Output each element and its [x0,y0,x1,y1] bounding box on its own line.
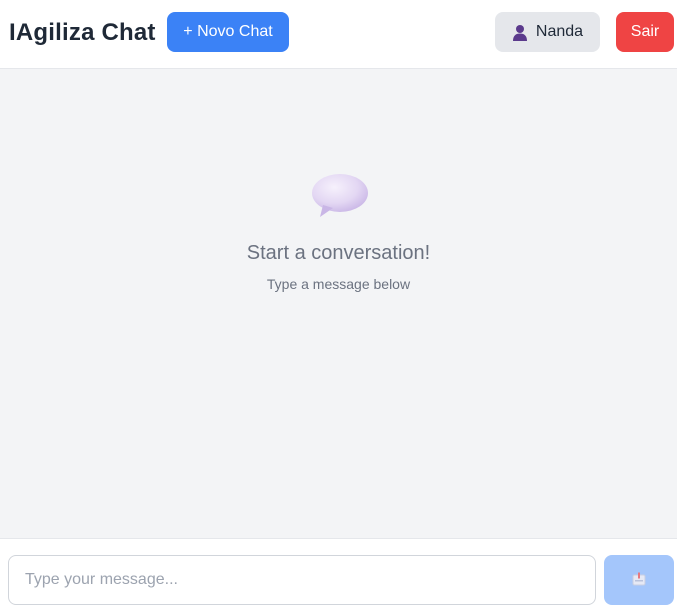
logout-label: Sair [630,23,660,40]
new-chat-label: + Novo Chat [183,23,273,40]
message-input[interactable] [8,555,596,605]
send-icon [632,572,646,589]
logout-button[interactable]: Sair [616,12,674,52]
user-name: Nanda [535,23,584,40]
user-profile-button[interactable]: Nanda [495,12,600,52]
empty-state-subtitle: Type a message below [266,276,411,292]
empty-state-title: Start a conversation! [246,242,431,264]
new-chat-button[interactable]: + Novo Chat [167,12,289,52]
user-icon [512,24,528,41]
chat-app: IAgiliza Chat + Novo Chat Nanda Sair Sta… [0,0,677,614]
empty-state: Start a conversation! Type a message bel… [0,173,677,293]
chat-messages-area: Start a conversation! Type a message bel… [0,69,677,538]
app-title: IAgiliza Chat [9,19,156,46]
speech-bubble-icon [309,173,369,221]
message-composer [0,538,677,614]
top-bar: IAgiliza Chat + Novo Chat Nanda Sair [0,0,677,69]
send-button[interactable] [604,555,674,605]
